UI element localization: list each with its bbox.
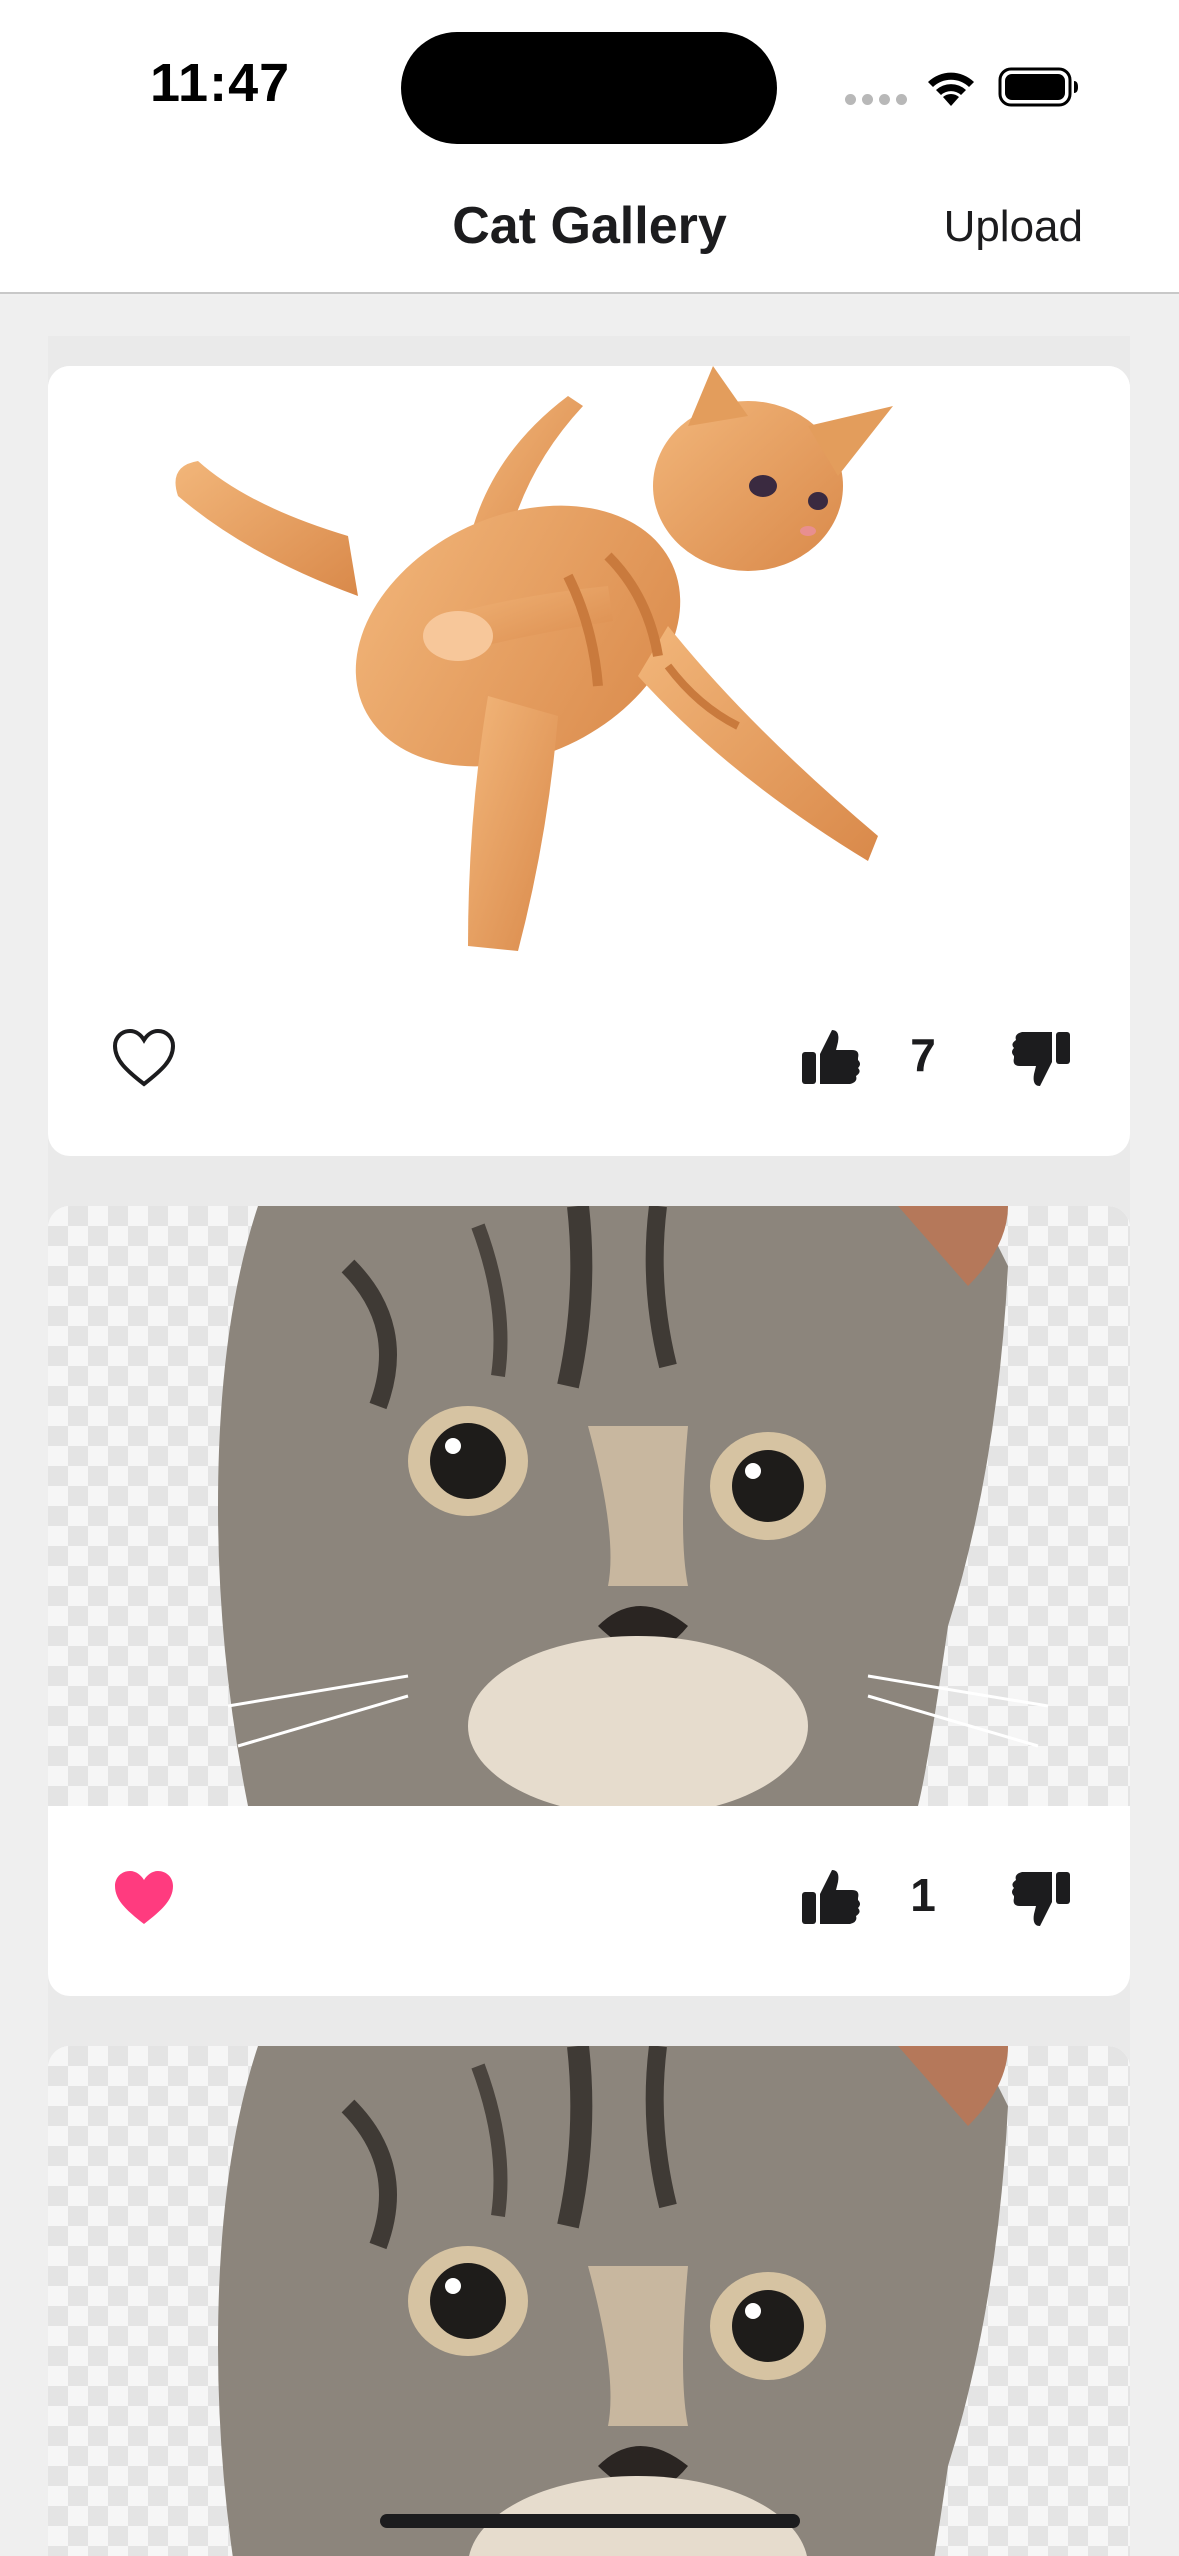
orange-cat-illustration: [175, 366, 893, 951]
thumbs-up-icon: [802, 1870, 860, 1924]
wifi-icon: [928, 72, 974, 106]
upload-button[interactable]: Upload: [944, 202, 1083, 252]
card-actions: 7: [48, 966, 1130, 1156]
vote-up-button[interactable]: [800, 1866, 864, 1930]
grey-kitten-illustration: [218, 1206, 1049, 1806]
navigation-bar: Cat Gallery Upload: [0, 170, 1179, 294]
favourite-button[interactable]: [112, 1028, 176, 1088]
battery-icon: [998, 67, 1078, 107]
vote-up-button[interactable]: [800, 1026, 864, 1090]
cat-image: [48, 1206, 1130, 1806]
thumbs-down-icon: [1012, 1032, 1070, 1086]
grey-kitten-illustration: [218, 2046, 1008, 2556]
dynamic-island: [401, 32, 777, 144]
gallery-feed[interactable]: 7 1: [0, 296, 1179, 2556]
cat-card: 7: [48, 366, 1130, 1156]
cat-image: [48, 2046, 1130, 2556]
cat-image: [48, 366, 1130, 966]
status-time: 11:47: [150, 53, 291, 113]
status-bar: 11:47: [0, 0, 1179, 170]
cat-card: [48, 2046, 1130, 2556]
card-actions: 1: [48, 1806, 1130, 1996]
home-indicator[interactable]: [380, 2514, 800, 2528]
cat-card: 1: [48, 1206, 1130, 1996]
vote-count: 1: [910, 1869, 936, 1921]
thumbs-down-icon: [1012, 1872, 1070, 1926]
vote-down-button[interactable]: [1008, 1866, 1072, 1930]
heart-filled-icon: [115, 1871, 173, 1924]
heart-outline-icon: [112, 1028, 176, 1087]
thumbs-up-icon: [802, 1030, 860, 1084]
favourite-button[interactable]: [112, 1868, 176, 1928]
vote-count: 7: [910, 1029, 936, 1081]
vote-down-button[interactable]: [1008, 1026, 1072, 1090]
app-screen: 11:47 Cat Gallery Upload 7 1: [0, 0, 1179, 2556]
cellular-signal-icon: [845, 94, 907, 105]
